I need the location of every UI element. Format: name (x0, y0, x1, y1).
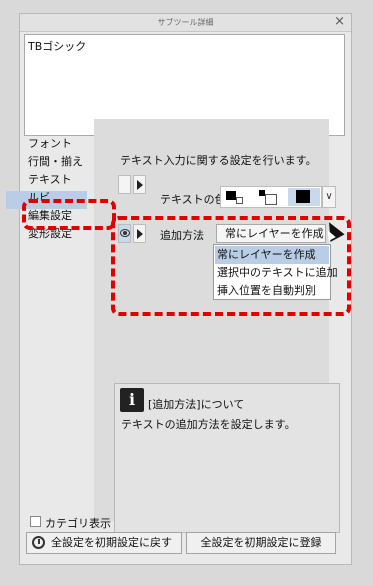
chevron-down-icon[interactable]: ∨ (322, 186, 336, 208)
annotation-box-category (22, 199, 116, 230)
color-swatches (220, 186, 322, 208)
category-line-spacing[interactable]: 行間・揃え (28, 155, 83, 169)
play-icon (137, 180, 143, 190)
lock-toggle[interactable] (118, 175, 131, 194)
main-color-swatch[interactable] (224, 189, 250, 205)
category-display-checkbox[interactable] (30, 516, 41, 527)
user-color-swatch[interactable] (288, 188, 320, 206)
titlebar: サブツール詳細 × (20, 14, 351, 32)
category-display-label: カテゴリ表示 (45, 517, 111, 530)
reset-icon (32, 536, 45, 549)
close-icon[interactable]: × (334, 15, 345, 29)
preview-text: TBゴシック (28, 40, 87, 53)
reset-all-button[interactable]: 全設定を初期設定に戻す (26, 532, 182, 554)
info-body: テキストの追加方法を設定します。 (121, 418, 296, 431)
annotation-box-method (111, 216, 351, 316)
panel-title: サブツール詳細 (157, 18, 214, 27)
text-color-label: テキストの色 (160, 193, 226, 206)
info-title: [追加方法]について (148, 398, 245, 411)
settings-description: テキスト入力に関する設定を行います。 (120, 154, 317, 167)
register-all-button[interactable]: 全設定を初期設定に登録 (186, 532, 336, 554)
category-text[interactable]: テキスト (28, 173, 72, 187)
sub-color-swatch[interactable] (257, 189, 283, 205)
expand-button-color[interactable] (133, 175, 146, 194)
info-icon: i (120, 388, 144, 412)
category-font[interactable]: フォント (28, 137, 72, 151)
